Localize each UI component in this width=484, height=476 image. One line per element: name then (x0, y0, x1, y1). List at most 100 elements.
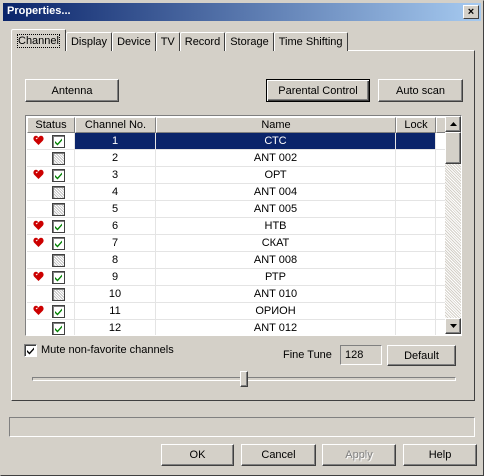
status-cell (27, 167, 75, 183)
mute-non-favorite-checkbox[interactable] (24, 344, 37, 357)
status-bar (9, 417, 475, 437)
channel-enabled-checkbox[interactable] (52, 169, 65, 182)
column-header-lock[interactable]: Lock (396, 117, 436, 133)
title-bar[interactable]: Properties... × (3, 3, 481, 21)
channel-name-cell: ОРИОН (156, 303, 396, 319)
lock-cell[interactable] (396, 201, 436, 217)
channel-enabled-checkbox[interactable] (52, 152, 65, 165)
channel-enabled-checkbox[interactable] (52, 135, 65, 148)
favorite-heart-icon[interactable] (33, 169, 44, 180)
table-row[interactable]: 9 РТР (27, 269, 446, 286)
grid-vertical-scrollbar[interactable] (445, 116, 461, 334)
channel-number-cell: 11 (75, 303, 156, 319)
table-row[interactable]: 7 СКАТ (27, 235, 446, 252)
checkmark-icon (55, 240, 62, 248)
parental-control-button-label: Parental Control (278, 84, 358, 97)
channel-name-cell: ОРТ (156, 167, 396, 183)
auto-scan-button[interactable]: Auto scan (378, 79, 463, 102)
tab-label: Time Shifting (278, 36, 343, 48)
channel-enabled-checkbox[interactable] (52, 220, 65, 233)
table-row[interactable]: 11 ОРИОН (27, 303, 446, 320)
channel-enabled-checkbox[interactable] (52, 186, 65, 199)
favorite-heart-icon[interactable] (33, 305, 44, 316)
column-header-status[interactable]: Status (27, 117, 75, 133)
cancel-button[interactable]: Cancel (241, 444, 316, 466)
tab-time-shifting[interactable]: Time Shifting (273, 32, 348, 51)
status-cell (27, 303, 75, 319)
antenna-button[interactable]: Antenna (25, 79, 119, 102)
column-header-name[interactable]: Name (156, 117, 396, 133)
scroll-down-button[interactable] (445, 318, 461, 334)
channel-enabled-checkbox[interactable] (52, 254, 65, 267)
favorite-heart-icon[interactable] (33, 135, 44, 146)
favorite-heart-icon[interactable] (33, 220, 44, 231)
lock-cell[interactable] (396, 218, 436, 234)
channel-enabled-checkbox[interactable] (52, 305, 65, 318)
lock-cell[interactable] (396, 286, 436, 302)
fine-tune-default-button[interactable]: Default (387, 345, 456, 366)
favorite-heart-icon[interactable] (33, 271, 44, 282)
close-button[interactable]: × (463, 5, 479, 19)
status-cell (27, 286, 75, 302)
status-cell (27, 269, 75, 285)
lock-cell[interactable] (396, 252, 436, 268)
table-row[interactable]: 1 СТС (27, 133, 446, 150)
ok-button[interactable]: OK (161, 444, 234, 466)
tab-display[interactable]: Display (65, 32, 113, 51)
help-button[interactable]: Help (403, 444, 477, 466)
grid-header: Status Channel No. Name Lock (27, 117, 446, 133)
status-cell (27, 201, 75, 217)
close-icon: × (467, 5, 475, 18)
tab-device[interactable]: Device (112, 32, 156, 51)
table-row[interactable]: 10 ANT 010 (27, 286, 446, 303)
table-row[interactable]: 6 НТВ (27, 218, 446, 235)
status-cell (27, 150, 75, 166)
channel-name-cell: СКАТ (156, 235, 396, 251)
tab-channel[interactable]: Channel (11, 29, 66, 51)
tab-strip: Channel Display Device TV Record Storage Time … (11, 29, 348, 51)
tab-label: Display (70, 36, 108, 48)
checkmark-icon (27, 347, 34, 355)
channel-enabled-checkbox[interactable] (52, 237, 65, 250)
scroll-up-button[interactable] (445, 116, 461, 132)
channel-name-cell: ANT 002 (156, 150, 396, 166)
table-row[interactable]: 3 ОРТ (27, 167, 446, 184)
channel-number-cell: 6 (75, 218, 156, 234)
tab-tv[interactable]: TV (155, 32, 180, 51)
table-row[interactable]: 5 ANT 005 (27, 201, 446, 218)
lock-cell[interactable] (396, 269, 436, 285)
apply-button[interactable]: Apply (322, 444, 396, 466)
status-cell (27, 252, 75, 268)
lock-cell[interactable] (396, 320, 436, 335)
lock-cell[interactable] (396, 235, 436, 251)
tab-storage[interactable]: Storage (225, 32, 274, 51)
scroll-thumb[interactable] (445, 132, 461, 164)
lock-cell[interactable] (396, 133, 436, 149)
channel-enabled-checkbox[interactable] (52, 271, 65, 284)
lock-cell[interactable] (396, 150, 436, 166)
column-header-channel-no[interactable]: Channel No. (75, 117, 156, 133)
channel-enabled-checkbox[interactable] (52, 203, 65, 216)
table-row[interactable]: 8 ANT 008 (27, 252, 446, 269)
status-cell (27, 320, 75, 335)
table-row[interactable]: 12 ANT 012 (27, 320, 446, 335)
channel-name-cell: СТС (156, 133, 396, 149)
parental-control-button[interactable]: Parental Control (266, 79, 370, 102)
table-row[interactable]: 4 ANT 004 (27, 184, 446, 201)
lock-cell[interactable] (396, 167, 436, 183)
grid-rows: 1 СТС 2 ANT 002 3 ОРТ 4 ANT 004 5 ANT 005 6 НТВ 7 СКА… (27, 133, 446, 335)
tab-record[interactable]: Record (179, 32, 226, 51)
channel-enabled-checkbox[interactable] (52, 322, 65, 335)
channel-number-cell: 12 (75, 320, 156, 335)
favorite-heart-icon[interactable] (33, 237, 44, 248)
checkmark-icon (55, 274, 62, 282)
default-button-label: Default (404, 349, 439, 362)
channel-number-cell: 5 (75, 201, 156, 217)
fine-tune-slider-thumb[interactable] (240, 371, 248, 387)
lock-cell[interactable] (396, 303, 436, 319)
table-row[interactable]: 2 ANT 002 (27, 150, 446, 167)
lock-cell[interactable] (396, 184, 436, 200)
channel-grid[interactable]: Status Channel No. Name Lock 1 СТС 2 ANT 00… (25, 115, 462, 336)
channel-enabled-checkbox[interactable] (52, 288, 65, 301)
channel-number-cell: 7 (75, 235, 156, 251)
